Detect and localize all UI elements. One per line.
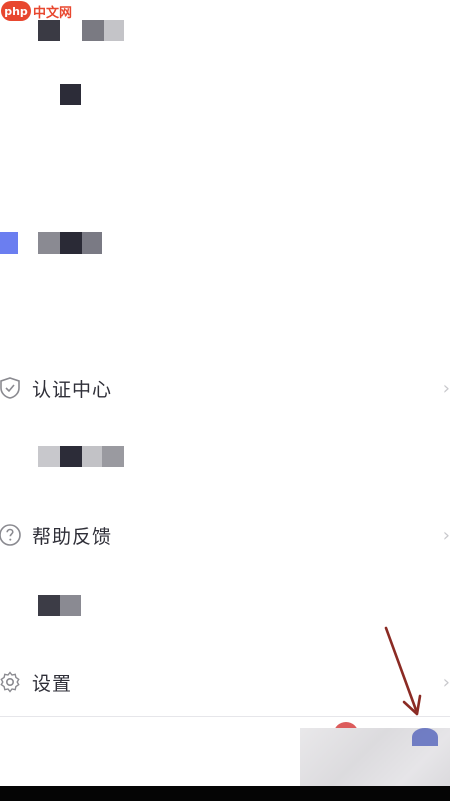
- watermark: php 中文网: [0, 0, 72, 22]
- gear-icon: [0, 671, 20, 693]
- profile-tab-icon[interactable]: [412, 728, 438, 746]
- annotation-arrow-icon: [384, 626, 422, 716]
- chevron-right-icon: ›: [442, 524, 450, 546]
- menu-item-label: 设置: [32, 672, 73, 695]
- chevron-right-icon: ›: [442, 377, 450, 399]
- php-logo: php: [1, 1, 31, 21]
- question-circle-icon: [0, 524, 21, 546]
- system-nav-bar: [0, 786, 450, 801]
- shield-check-icon: [0, 377, 20, 399]
- menu-item-label: 帮助反馈: [32, 525, 113, 548]
- menu-item-certification[interactable]: 认证中心 ›: [0, 368, 450, 408]
- menu-item-label: 认证中心: [32, 378, 113, 401]
- menu-item-help-feedback[interactable]: 帮助反馈 ›: [0, 515, 450, 555]
- chevron-right-icon: ›: [442, 671, 450, 693]
- watermark-site-text: 中文网: [33, 5, 73, 21]
